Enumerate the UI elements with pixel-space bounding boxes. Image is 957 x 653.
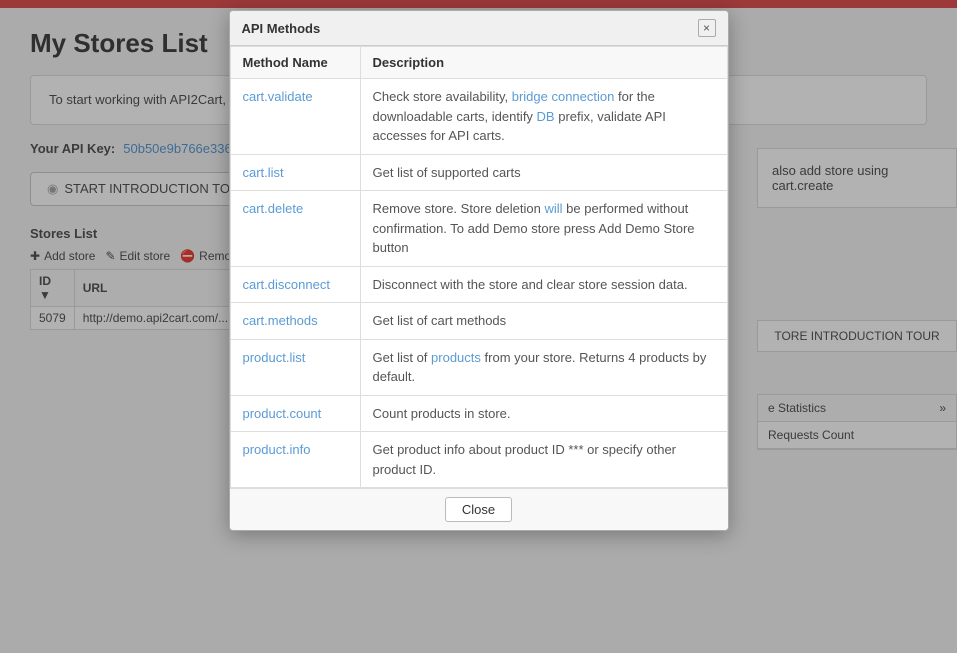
close-button[interactable]: Close — [445, 497, 512, 522]
method-name-cell[interactable]: cart.delete — [230, 191, 360, 267]
table-row: cart.validate Check store availability, b… — [230, 79, 727, 155]
method-name-cell[interactable]: product.list — [230, 339, 360, 395]
method-link[interactable]: product.list — [243, 350, 306, 365]
modal-close-button[interactable]: × — [698, 19, 716, 37]
method-name-cell[interactable]: cart.methods — [230, 303, 360, 340]
table-row: product.count Count products in store. — [230, 395, 727, 432]
method-name-cell[interactable]: product.info — [230, 432, 360, 488]
desc-cell: Get product info about product ID *** or… — [360, 432, 727, 488]
table-row: cart.list Get list of supported carts — [230, 154, 727, 191]
method-link[interactable]: product.info — [243, 442, 311, 457]
method-link[interactable]: cart.methods — [243, 313, 318, 328]
method-name-cell[interactable]: cart.list — [230, 154, 360, 191]
method-name-cell[interactable]: product.count — [230, 395, 360, 432]
method-link[interactable]: cart.list — [243, 165, 284, 180]
table-row: product.info Get product info about produ… — [230, 432, 727, 488]
method-link[interactable]: cart.validate — [243, 89, 313, 104]
desc-cell: Get list of supported carts — [360, 154, 727, 191]
table-row: cart.delete Remove store. Store deletion … — [230, 191, 727, 267]
desc-cell: Disconnect with the store and clear stor… — [360, 266, 727, 303]
method-name-cell[interactable]: cart.validate — [230, 79, 360, 155]
desc-cell: Check store availability, bridge connect… — [360, 79, 727, 155]
table-row: product.list Get list of products from yo… — [230, 339, 727, 395]
method-link[interactable]: product.count — [243, 406, 322, 421]
desc-cell: Get list of cart methods — [360, 303, 727, 340]
table-row: cart.disconnect Disconnect with the store… — [230, 266, 727, 303]
col-method-header: Method Name — [230, 47, 360, 79]
desc-cell: Remove store. Store deletion will be per… — [360, 191, 727, 267]
table-row: cart.methods Get list of cart methods — [230, 303, 727, 340]
modal-header: API Methods × — [230, 11, 728, 46]
api-methods-modal: API Methods × Method Name Description ca… — [229, 10, 729, 531]
modal-table: Method Name Description cart.validate Che… — [230, 46, 728, 488]
method-link[interactable]: cart.disconnect — [243, 277, 330, 292]
modal-title: API Methods — [242, 21, 321, 36]
method-name-cell[interactable]: cart.disconnect — [230, 266, 360, 303]
modal-body[interactable]: Method Name Description cart.validate Che… — [230, 46, 728, 488]
desc-cell: Get list of products from your store. Re… — [360, 339, 727, 395]
modal-footer: Close — [230, 488, 728, 530]
desc-cell: Count products in store. — [360, 395, 727, 432]
method-link[interactable]: cart.delete — [243, 201, 304, 216]
col-desc-header: Description — [360, 47, 727, 79]
table-header-row: Method Name Description — [230, 47, 727, 79]
